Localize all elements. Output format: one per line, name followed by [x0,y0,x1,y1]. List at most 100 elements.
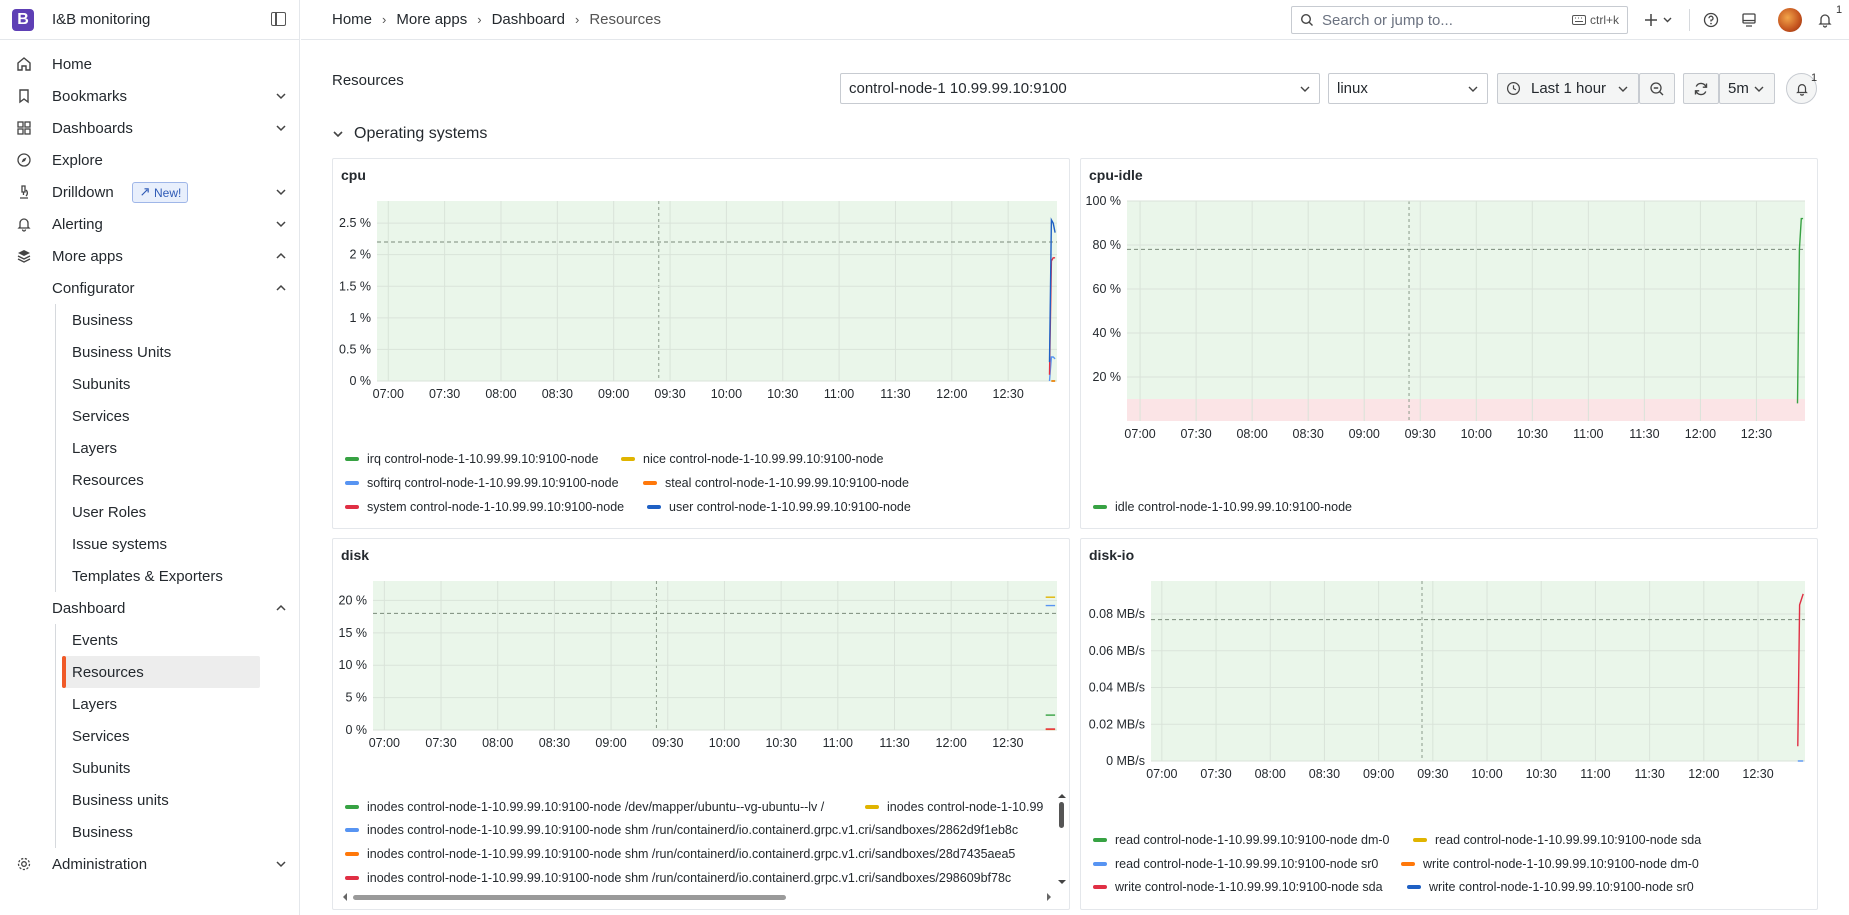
chevron-up-icon[interactable] [274,249,288,263]
kiosk-button[interactable] [1739,10,1759,30]
legend-item[interactable]: write control-node-1-10.99.99.10:9100-no… [1401,857,1699,871]
legend-item[interactable]: system control-node-1-10.99.99.10:9100-n… [345,500,624,514]
chevron-down-icon[interactable] [274,121,288,135]
nav-item-config-layers[interactable]: Layers [0,432,300,464]
chevron-up-icon[interactable] [274,281,288,295]
user-avatar[interactable] [1778,8,1802,32]
nav-item-configurator[interactable]: Configurator [0,272,300,304]
legend-item[interactable]: read control-node-1-10.99.99.10:9100-nod… [1413,833,1701,847]
notifications-button[interactable] [1815,10,1835,30]
nav-item-config-services[interactable]: Services [0,400,300,432]
chevron-down-icon[interactable] [274,217,288,231]
legend-swatch [345,852,359,856]
nav-item-config-business-units[interactable]: Business Units [0,336,300,368]
nav-item-dash-business[interactable]: Business [0,816,300,848]
os-select[interactable]: linux [1328,73,1488,104]
legend-item[interactable]: softirq control-node-1-10.99.99.10:9100-… [345,476,619,490]
nav-item-dash-events[interactable]: Events [0,624,300,656]
help-button[interactable] [1701,10,1721,30]
legend-item[interactable]: inodes control-node-1-10.99.99.10:9100-n… [345,800,824,814]
legend-item[interactable]: inodes control-node-1-10.99.99.10:9100-n… [345,823,1018,837]
legend-item[interactable]: nice control-node-1-10.99.99.10:9100-nod… [621,452,883,466]
nav-item-dash-layers[interactable]: Layers [0,688,300,720]
legend-item[interactable]: write control-node-1-10.99.99.10:9100-no… [1093,880,1383,894]
legend-item[interactable]: steal control-node-1-10.99.99.10:9100-no… [643,476,909,490]
nav-label: Subunits [72,375,131,393]
legend-item[interactable]: write control-node-1-10.99.99.10:9100-no… [1407,880,1694,894]
disk-io-chart[interactable]: 07:00 07:30 08:00 08:30 09:00 09:30 10:00 10:30… [1081,539,1819,911]
legend-swatch [1093,505,1107,509]
nav-item-home[interactable]: Home [0,48,300,80]
nav-item-config-subunits[interactable]: Subunits [0,368,300,400]
breadcrumb-more-apps[interactable]: More apps [396,11,467,28]
nav-label: Business [72,823,133,841]
chevron-down-icon[interactable] [274,185,288,199]
x-tick-label: 11:00 [1580,767,1610,781]
new-menu-button[interactable] [1643,10,1677,30]
row-title: Operating systems [354,125,488,142]
panel-cpu[interactable]: cpu 07:00 07:30 08:00 08:30 09:00 09:30 10:00 1… [332,158,1070,529]
new-badge: New! [132,182,189,203]
node-select[interactable]: control-node-1 10.99.99.10:9100 [840,73,1320,104]
legend-label: read control-node-1-10.99.99.10:9100-nod… [1435,833,1702,847]
nav-label: User Roles [72,503,147,521]
nav-item-more-apps[interactable]: More apps [0,240,300,272]
legend-swatch [1401,862,1415,866]
x-tick-label: 10:00 [711,387,742,401]
nav-item-drilldown[interactable]: Drilldown New! [0,176,300,208]
x-tick-label: 09:00 [1349,427,1380,441]
dock-menu-icon[interactable] [271,12,286,26]
legend-vertical-scrollbar[interactable] [1055,792,1069,888]
nav-item-bookmarks[interactable]: Bookmarks [0,80,300,112]
nav-item-config-issue-systems[interactable]: Issue systems [0,528,300,560]
nav-item-dash-resources[interactable]: Resources [0,656,300,688]
nav-item-dashboards[interactable]: Dashboards [0,112,300,144]
chevron-up-icon[interactable] [274,601,288,615]
plot-background [1127,201,1805,421]
nav-item-dash-business-units[interactable]: Business units [0,784,300,816]
nav-item-dash-subunits[interactable]: Subunits [0,752,300,784]
legend-label: inodes control-node-1-10.99.99.10:9100-n… [367,871,1012,885]
time-range-picker[interactable]: Last 1 hour [1497,73,1639,104]
legend-item[interactable]: idle control-node-1-10.99.99.10:9100-nod… [1093,500,1352,514]
app-logo[interactable]: B [12,8,34,31]
x-tick-label: 07:30 [429,387,460,401]
legend-swatch [865,805,879,809]
legend-item[interactable]: inodes control-node-1-10.99.99.10:9100-n… [345,871,1011,885]
search-input[interactable] [1322,11,1542,29]
nav-item-explore[interactable]: Explore [0,144,300,176]
nav-item-config-business[interactable]: Business [0,304,300,336]
nav-item-config-user-roles[interactable]: User Roles [0,496,300,528]
panel-disk-io[interactable]: disk-io 07:00 07:30 08:00 08:30 09:00 09:30 10… [1080,538,1818,910]
legend-label: read control-node-1-10.99.99.10:9100-nod… [1115,857,1379,871]
refresh-interval-picker[interactable]: 5m [1719,73,1775,104]
row-header-operating-systems[interactable]: Operating systems [332,125,487,143]
panel-disk[interactable]: disk 07:00 07:30 08:00 08:30 09:00 09:30 10:00… [332,538,1070,910]
zoom-out-button[interactable] [1639,73,1675,104]
cpu-idle-chart[interactable]: 07:00 07:30 08:00 08:30 09:00 09:30 10:00 10:30… [1081,159,1819,530]
chevron-down-icon[interactable] [274,857,288,871]
legend-horizontal-scrollbar[interactable] [341,889,1059,905]
cpu-chart[interactable]: 07:00 07:30 08:00 08:30 09:00 09:30 10:00 10:30… [333,159,1071,530]
search-box[interactable]: ctrl+k [1291,6,1628,34]
nav-item-administration[interactable]: Administration [0,848,300,880]
legend-item[interactable]: read control-node-1-10.99.99.10:9100-nod… [1093,857,1378,871]
legend-item[interactable]: inodes control-node-1-10.99.99.10:9100-n… [345,847,1015,861]
legend-label: write control-node-1-10.99.99.10:9100-no… [1423,857,1699,871]
breadcrumb-dashboard[interactable]: Dashboard [492,11,565,28]
y-tick-label: 0.08 MB/s [1089,607,1145,621]
nav-item-dash-services[interactable]: Services [0,720,300,752]
legend-item[interactable]: inodes control-node-1-10.99 [865,800,1043,814]
breadcrumb-home[interactable]: Home [332,11,372,28]
nav-item-config-templates[interactable]: Templates & Exporters [0,560,300,592]
nav-item-alerting[interactable]: Alerting [0,208,300,240]
panel-cpu-idle[interactable]: cpu-idle 07:00 07:30 08:00 08:30 09:00 09:30 1… [1080,158,1818,529]
chevron-down-icon[interactable] [274,89,288,103]
nav-item-config-resources[interactable]: Resources [0,464,300,496]
legend-item[interactable]: irq control-node-1-10.99.99.10:9100-node [345,452,598,466]
x-tick-label: 10:30 [767,387,798,401]
legend-item[interactable]: user control-node-1-10.99.99.10:9100-nod… [647,500,911,514]
legend-item[interactable]: read control-node-1-10.99.99.10:9100-nod… [1093,833,1390,847]
nav-item-dashboard[interactable]: Dashboard [0,592,300,624]
refresh-button[interactable] [1683,73,1719,104]
